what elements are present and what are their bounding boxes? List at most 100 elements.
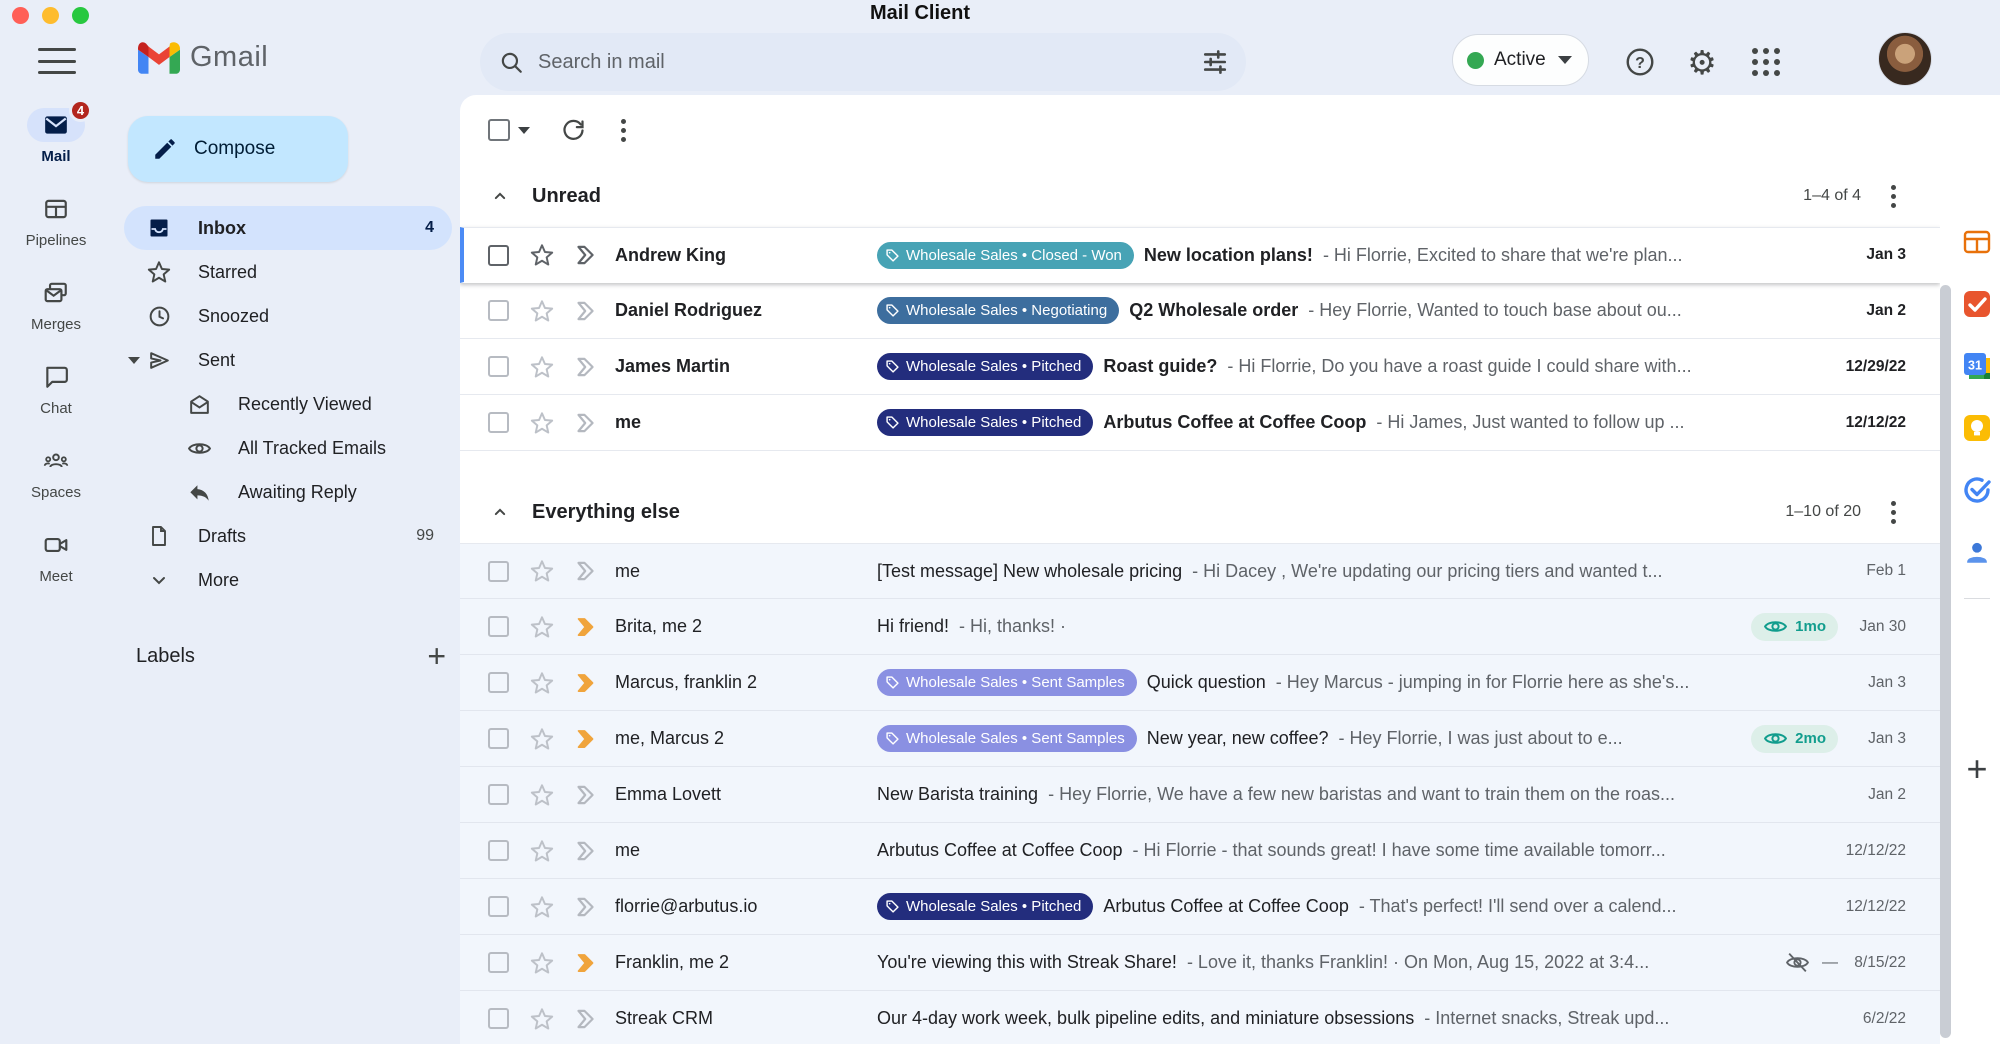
- star-icon[interactable]: [529, 670, 555, 696]
- rail-item-meet[interactable]: Meet: [0, 522, 112, 606]
- streak-box-icon[interactable]: [572, 558, 598, 584]
- get-addons-button[interactable]: +: [1966, 751, 1987, 787]
- email-checkbox[interactable]: [488, 616, 509, 637]
- select-all-checkbox[interactable]: [488, 119, 510, 141]
- star-icon[interactable]: [529, 242, 555, 268]
- star-icon[interactable]: [529, 838, 555, 864]
- collapse-triangle-icon[interactable]: [128, 357, 140, 364]
- email-checkbox[interactable]: [488, 784, 509, 805]
- email-checkbox[interactable]: [488, 300, 509, 321]
- select-dropdown-icon[interactable]: [518, 127, 530, 134]
- pipeline-stage-badge[interactable]: Wholesale Sales • Sent Samples: [877, 725, 1137, 752]
- streak-box-icon[interactable]: [572, 242, 598, 268]
- streak-box-icon[interactable]: [572, 950, 598, 976]
- contacts-icon[interactable]: [1961, 536, 1993, 568]
- email-row[interactable]: me[Test message] New wholesale pricing- …: [460, 543, 1940, 599]
- search-input[interactable]: [538, 51, 1202, 74]
- email-checkbox[interactable]: [488, 412, 509, 433]
- email-row[interactable]: meWholesale Sales • PitchedArbutus Coffe…: [460, 395, 1940, 451]
- email-row[interactable]: Marcus, franklin 2Wholesale Sales • Sent…: [460, 655, 1940, 711]
- streak-box-icon[interactable]: [572, 298, 598, 324]
- email-row[interactable]: meArbutus Coffee at Coffee Coop- Hi Flor…: [460, 823, 1940, 879]
- star-icon[interactable]: [529, 410, 555, 436]
- nav-item-sent[interactable]: Sent: [124, 338, 452, 382]
- star-icon[interactable]: [529, 950, 555, 976]
- streak-box-icon[interactable]: [572, 410, 598, 436]
- email-checkbox[interactable]: [488, 561, 509, 582]
- nav-item-snoozed[interactable]: Snoozed: [124, 294, 452, 338]
- keep-icon[interactable]: [1961, 412, 1993, 444]
- email-row[interactable]: Emma LovettNew Barista training- Hey Flo…: [460, 767, 1940, 823]
- compose-button[interactable]: Compose: [128, 116, 348, 182]
- pipeline-stage-badge[interactable]: Wholesale Sales • Negotiating: [877, 297, 1119, 324]
- read-receipt-badge[interactable]: 2mo: [1751, 725, 1838, 753]
- email-row[interactable]: Daniel RodriguezWholesale Sales • Negoti…: [460, 283, 1940, 339]
- email-row[interactable]: florrie@arbutus.ioWholesale Sales • Pitc…: [460, 879, 1940, 935]
- email-checkbox[interactable]: [488, 1008, 509, 1029]
- streak-box-icon[interactable]: [572, 726, 598, 752]
- pipeline-stage-badge[interactable]: Wholesale Sales • Pitched: [877, 409, 1093, 436]
- email-checkbox[interactable]: [488, 356, 509, 377]
- calendar-icon[interactable]: 31: [1961, 350, 1993, 382]
- email-checkbox[interactable]: [488, 840, 509, 861]
- pipeline-stage-badge[interactable]: Wholesale Sales • Pitched: [877, 353, 1093, 380]
- streak-box-icon[interactable]: [572, 614, 598, 640]
- read-receipt-badge[interactable]: 1mo: [1751, 613, 1838, 641]
- more-options-icon[interactable]: [621, 119, 626, 142]
- streak-mail-icon[interactable]: [1961, 288, 1993, 320]
- streak-box-icon[interactable]: [572, 670, 598, 696]
- minimize-window-button[interactable]: [42, 7, 59, 24]
- main-menu-icon[interactable]: [38, 48, 76, 74]
- settings-gear-button[interactable]: ⚙: [1684, 44, 1720, 80]
- nav-item-more[interactable]: More: [124, 558, 452, 602]
- star-icon[interactable]: [529, 782, 555, 808]
- email-row[interactable]: James MartinWholesale Sales • PitchedRoa…: [460, 339, 1940, 395]
- star-icon[interactable]: [529, 298, 555, 324]
- rail-item-merges[interactable]: Merges: [0, 270, 112, 354]
- help-button[interactable]: ?: [1622, 44, 1658, 80]
- zoom-window-button[interactable]: [72, 7, 89, 24]
- email-row[interactable]: Franklin, me 2You're viewing this with S…: [460, 935, 1940, 991]
- add-label-button[interactable]: +: [427, 640, 446, 672]
- nav-item-awaiting-reply[interactable]: Awaiting Reply: [124, 470, 452, 514]
- pipeline-stage-badge[interactable]: Wholesale Sales • Sent Samples: [877, 669, 1137, 696]
- rail-item-pipelines[interactable]: Pipelines: [0, 186, 112, 270]
- email-checkbox[interactable]: [488, 896, 509, 917]
- status-dropdown[interactable]: Active: [1452, 34, 1589, 86]
- email-checkbox[interactable]: [488, 672, 509, 693]
- email-checkbox[interactable]: [488, 952, 509, 973]
- streak-box-icon[interactable]: [572, 354, 598, 380]
- close-window-button[interactable]: [12, 7, 29, 24]
- star-icon[interactable]: [529, 726, 555, 752]
- email-row[interactable]: Streak CRMOur 4-day work week, bulk pipe…: [460, 991, 1940, 1044]
- refresh-icon[interactable]: [560, 117, 587, 144]
- email-row[interactable]: Andrew KingWholesale Sales • Closed - Wo…: [460, 227, 1940, 283]
- streak-box-icon[interactable]: [572, 838, 598, 864]
- star-icon[interactable]: [529, 354, 555, 380]
- nav-item-inbox[interactable]: Inbox4: [124, 206, 452, 250]
- nav-item-drafts[interactable]: Drafts99: [124, 514, 452, 558]
- account-avatar[interactable]: [1878, 32, 1932, 86]
- collapse-section-icon[interactable]: [490, 502, 510, 522]
- star-icon[interactable]: [529, 1006, 555, 1032]
- email-row[interactable]: Brita, me 2Hi friend!- Hi, thanks! ·1moJ…: [460, 599, 1940, 655]
- streak-pipelines-icon[interactable]: [1961, 226, 1993, 258]
- collapse-section-icon[interactable]: [490, 186, 510, 206]
- rail-item-spaces[interactable]: Spaces: [0, 438, 112, 522]
- streak-box-icon[interactable]: [572, 1006, 598, 1032]
- email-row[interactable]: me, Marcus 2Wholesale Sales • Sent Sampl…: [460, 711, 1940, 767]
- star-icon[interactable]: [529, 894, 555, 920]
- star-icon[interactable]: [529, 614, 555, 640]
- streak-box-icon[interactable]: [572, 894, 598, 920]
- tasks-icon[interactable]: [1961, 474, 1993, 506]
- star-icon[interactable]: [529, 558, 555, 584]
- search-bar[interactable]: [480, 33, 1246, 91]
- pipeline-stage-badge[interactable]: Wholesale Sales • Pitched: [877, 893, 1093, 920]
- list-scrollbar[interactable]: [1940, 285, 1951, 1038]
- email-checkbox[interactable]: [488, 245, 509, 266]
- search-filters-icon[interactable]: [1202, 49, 1228, 75]
- google-apps-button[interactable]: [1748, 44, 1784, 80]
- nav-item-all-tracked-emails[interactable]: All Tracked Emails: [124, 426, 452, 470]
- pipeline-stage-badge[interactable]: Wholesale Sales • Closed - Won: [877, 242, 1134, 269]
- rail-item-chat[interactable]: Chat: [0, 354, 112, 438]
